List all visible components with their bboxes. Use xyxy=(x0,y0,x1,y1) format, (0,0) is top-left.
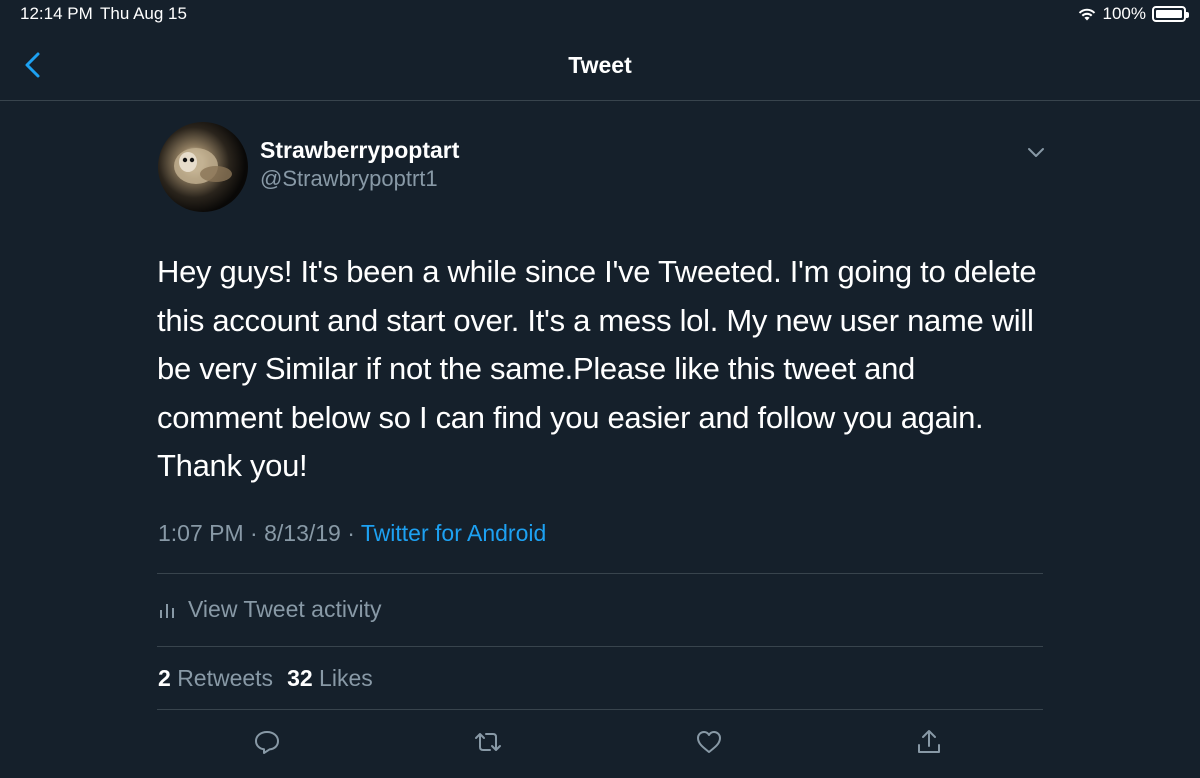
view-tweet-activity-button[interactable]: View Tweet activity xyxy=(158,596,381,623)
share-button[interactable] xyxy=(909,722,949,762)
tweet-date: 8/13/19 xyxy=(264,520,341,546)
action-bar xyxy=(0,722,1200,762)
share-icon xyxy=(918,730,940,753)
likes-count: 32 xyxy=(287,665,313,691)
divider xyxy=(157,573,1043,574)
tweet-text: Hey guys! It's been a while since I've T… xyxy=(157,254,1037,483)
bar-chart-icon xyxy=(160,603,174,618)
activity-label: View Tweet activity xyxy=(188,596,382,622)
status-date: Thu Aug 15 xyxy=(100,4,187,23)
divider xyxy=(157,709,1043,710)
likes-label: Likes xyxy=(319,665,373,691)
battery-percent: 100% xyxy=(1102,4,1146,23)
retweet-button[interactable] xyxy=(468,722,508,762)
chevron-down-icon[interactable] xyxy=(1024,140,1048,164)
page-title: Tweet xyxy=(568,52,632,78)
retweet-icon xyxy=(475,733,501,751)
status-time: 12:14 PM xyxy=(20,4,93,23)
status-bar: 12:14 PM Thu Aug 15 100% xyxy=(0,0,1200,30)
retweets-count-link[interactable]: 2 Retweets xyxy=(158,665,273,691)
meta-separator: · xyxy=(250,520,258,546)
meta-separator: · xyxy=(347,520,355,546)
display-name[interactable]: Strawberrypoptart xyxy=(260,137,459,164)
like-button[interactable] xyxy=(689,722,729,762)
retweets-label: Retweets xyxy=(177,665,274,691)
tweet-meta: 1:07 PM · 8/13/19 · Twitter for Android xyxy=(158,520,546,547)
tweet-time: 1:07 PM xyxy=(158,520,244,546)
status-indicators: 100% xyxy=(1077,4,1189,24)
likes-count-link[interactable]: 32 Likes xyxy=(287,665,373,691)
nav-bar: Tweet xyxy=(0,30,1200,101)
battery-icon xyxy=(1152,6,1189,22)
divider xyxy=(157,646,1043,647)
user-handle[interactable]: @Strawbrypoptrt1 xyxy=(260,166,438,192)
engagement-counts: 2 Retweets 32 Likes xyxy=(158,665,373,692)
tweet-source-link[interactable]: Twitter for Android xyxy=(361,520,546,546)
retweets-count: 2 xyxy=(158,665,171,691)
reply-button[interactable] xyxy=(247,722,287,762)
avatar[interactable] xyxy=(158,122,248,212)
reply-icon xyxy=(255,731,279,754)
wifi-icon xyxy=(1078,8,1095,21)
like-icon xyxy=(697,731,721,753)
